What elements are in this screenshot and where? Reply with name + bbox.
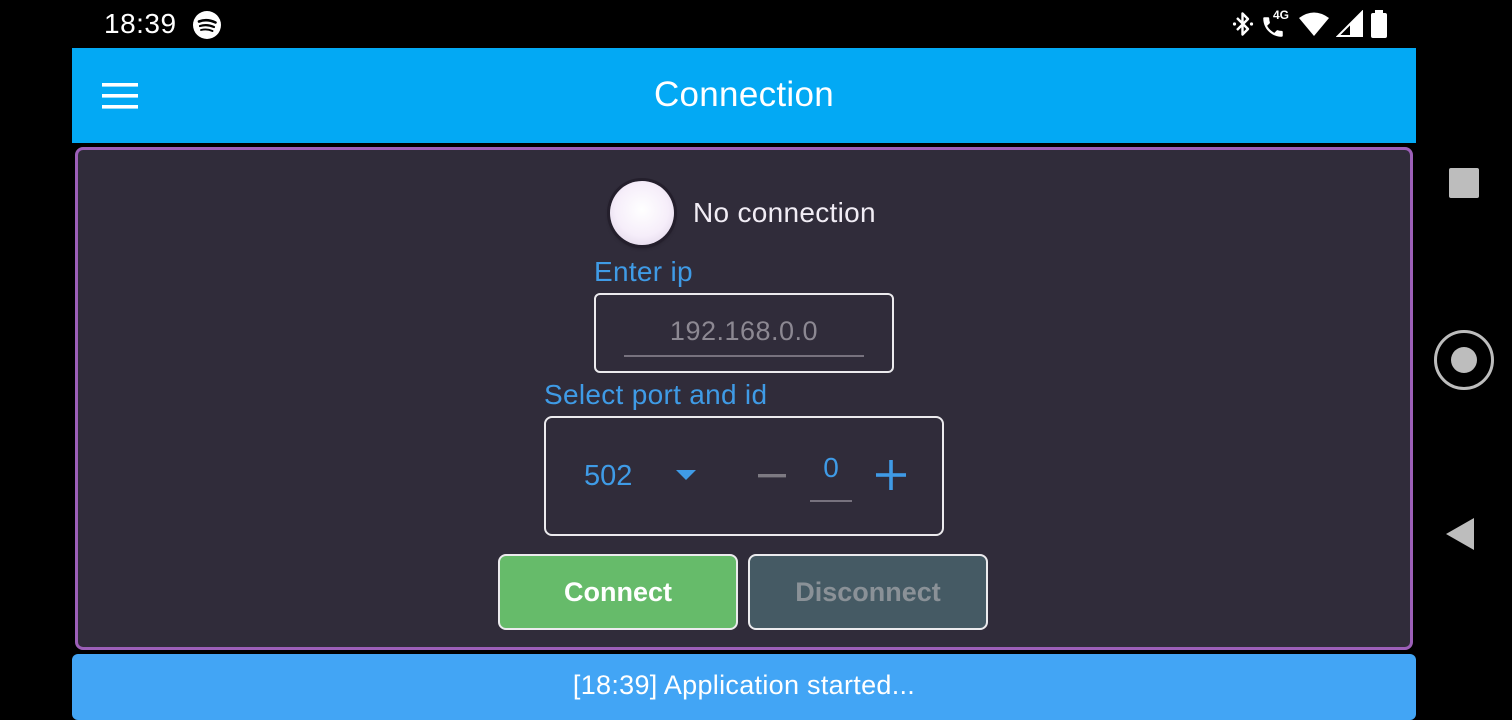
status-indicator-icon (610, 181, 674, 245)
ip-box (594, 293, 894, 373)
screen: 18:39 4G Connection No connection Enter … (0, 0, 1512, 720)
plus-icon (876, 460, 906, 490)
ip-input[interactable] (624, 307, 864, 357)
ip-label: Enter ip (594, 256, 693, 287)
status-bar: 18:39 4G (0, 0, 1512, 48)
app: Connection No connection Enter ip Select… (72, 48, 1416, 720)
port-dropdown[interactable]: 502 (584, 454, 704, 498)
navigation-bar (1416, 48, 1512, 720)
id-increment-button[interactable] (874, 458, 908, 492)
signal-icon (1336, 10, 1363, 37)
page-title: Connection (653, 75, 835, 114)
home-icon[interactable] (1434, 330, 1494, 390)
port-value: 502 (584, 459, 633, 492)
phone-4g-icon: 4G (1260, 8, 1292, 40)
minus-icon (758, 474, 786, 478)
back-icon[interactable] (1446, 518, 1474, 550)
connect-button[interactable]: Connect (498, 554, 738, 630)
battery-icon (1371, 10, 1387, 38)
connection-status: No connection (610, 181, 876, 245)
log-bar: [18:39] Application started... (72, 654, 1416, 720)
id-decrement-button[interactable] (756, 454, 788, 498)
id-value[interactable]: 0 (810, 448, 852, 502)
connection-panel: No connection Enter ip Select port and i… (75, 147, 1413, 650)
disconnect-button[interactable]: Disconnect (748, 554, 988, 630)
network-type-label: 4G (1273, 8, 1290, 22)
wifi-icon (1299, 12, 1329, 36)
connection-status-text: No connection (693, 197, 876, 228)
port-label: Select port and id (544, 379, 768, 410)
bluetooth-icon (1232, 12, 1254, 36)
dropdown-caret-icon (676, 470, 696, 480)
spotify-icon (193, 11, 221, 39)
app-bar: Connection (72, 48, 1416, 143)
status-time: 18:39 (104, 8, 177, 39)
recents-icon[interactable] (1449, 168, 1479, 198)
status-icons: 4G (1232, 8, 1388, 40)
log-message: [18:39] Application started... (572, 670, 916, 700)
port-id-box: 502 0 (544, 416, 944, 536)
